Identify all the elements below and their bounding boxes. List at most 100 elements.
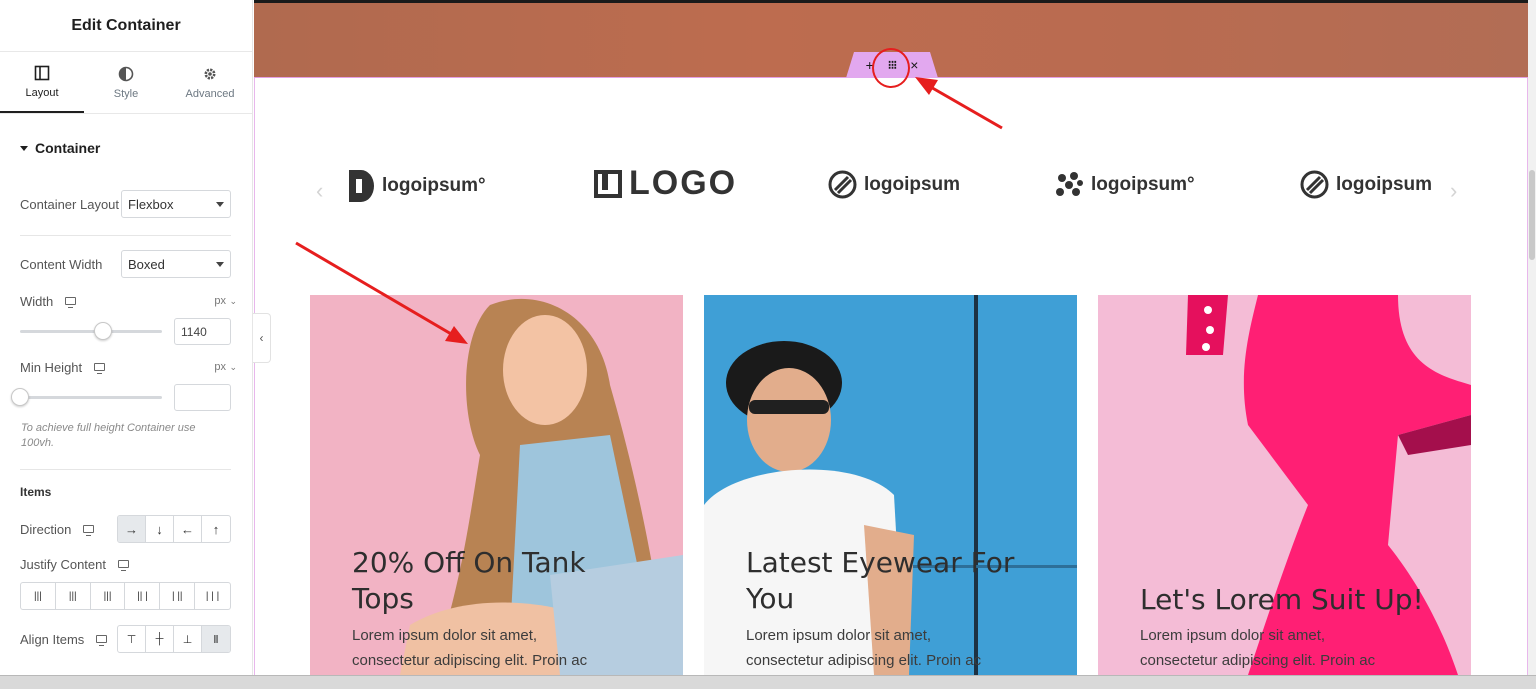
justify-row: Justify Content [20, 556, 231, 572]
card-description: consectetur adipiscing elit. Proin ac [746, 652, 982, 669]
desktop-icon[interactable] [94, 363, 106, 374]
container-layout-row: Container Layout Flexbox [20, 190, 231, 218]
logo-text: logoipsum° [1091, 174, 1195, 195]
desktop-icon[interactable] [118, 560, 129, 571]
logo-item[interactable]: logoipsum [1300, 170, 1432, 199]
justify-space-around-button[interactable]: | || [160, 583, 196, 609]
half-circle-logo-icon [349, 170, 374, 202]
direction-buttons: → ↓ ← ↑ [117, 515, 231, 543]
justify-label: Justify Content [20, 556, 106, 572]
align-center-button[interactable]: ┼ [146, 626, 174, 652]
card-title: Latest Eyewear For [746, 546, 1015, 579]
logo-item[interactable]: logoipsum [828, 170, 960, 199]
align-start-button[interactable]: ⊤ [118, 626, 146, 652]
min-height-slider-track[interactable] [20, 396, 162, 399]
card-description: Lorem ipsum dolor sit amet, [746, 627, 932, 644]
gear-icon [204, 68, 216, 79]
justify-buttons: ||| ||| ||| || | | || | | | [20, 582, 231, 610]
min-height-label: Min Height [20, 359, 83, 375]
justify-end-button[interactable]: ||| [91, 583, 126, 609]
justify-space-evenly-button[interactable]: | | | [195, 583, 230, 609]
width-label: Width [20, 293, 54, 309]
min-height-slider-knob[interactable] [11, 388, 29, 406]
justify-space-between-button[interactable]: || | [125, 583, 161, 609]
justify-control: ||| ||| ||| || | | || | | | [20, 582, 231, 610]
width-slider-knob[interactable] [94, 322, 112, 340]
card-title: 20% Off On Tank [352, 546, 586, 579]
content-width-value: Boxed [128, 256, 165, 272]
unit-chevron-icon: ⌄ [229, 361, 237, 372]
justify-center-button[interactable]: ||| [56, 583, 91, 609]
promo-card[interactable]: Latest Eyewear For You Lorem ipsum dolor… [704, 295, 1077, 675]
section-toggle-container[interactable]: Container [20, 140, 252, 156]
logo-carousel: ‹ › logoipsum° LOGO logoipsum logoipsum°… [254, 164, 1528, 208]
width-unit[interactable]: px [214, 295, 226, 307]
width-input[interactable]: 1140 [174, 318, 231, 345]
desktop-icon[interactable] [83, 525, 95, 536]
logo-text: logoipsum [1336, 173, 1433, 195]
promo-card[interactable]: 20% Off On Tank Tops Lorem ipsum dolor s… [310, 295, 683, 675]
tab-advanced[interactable]: Advanced [168, 52, 252, 113]
promo-card[interactable]: Let's Lorem Suit Up! Lorem ipsum dolor s… [1098, 295, 1471, 675]
container-layout-label: Container Layout [20, 196, 120, 212]
editor-panel: Edit Container Layout Style Advanced Con… [0, 0, 253, 689]
logo-item[interactable]: logoipsum° [1054, 170, 1195, 200]
align-stretch-button[interactable]: Ⅱ [202, 626, 230, 652]
direction-row-button[interactable]: → [118, 516, 146, 542]
divider [20, 235, 231, 236]
card-description: Lorem ipsum dolor sit amet, [352, 627, 538, 644]
caret-down-icon [216, 261, 224, 267]
preview-canvas: + ⁝⁝⁝ × ‹ › logoipsum° LOGO logoipsum lo… [254, 0, 1536, 675]
align-end-button[interactable]: ⊥ [174, 626, 202, 652]
logo-text: LOGO [629, 164, 738, 202]
min-height-row: Min Height px ⌄ [20, 358, 237, 376]
tab-advanced-label: Advanced [185, 87, 235, 100]
tab-style-label: Style [113, 87, 139, 100]
min-height-unit[interactable]: px [214, 361, 226, 373]
caret-down-icon [216, 201, 224, 207]
card-title: You [746, 582, 795, 615]
carousel-prev-arrow[interactable]: ‹ [316, 178, 323, 204]
min-height-input[interactable] [174, 384, 231, 411]
divider [20, 469, 231, 470]
content-width-label: Content Width [20, 256, 103, 272]
layout-icon [34, 65, 50, 80]
logo-item[interactable]: logoipsum° [349, 170, 486, 202]
width-slider-track[interactable] [20, 330, 162, 333]
carousel-next-arrow[interactable]: › [1450, 178, 1457, 204]
direction-row-reverse-button[interactable]: ← [174, 516, 202, 542]
content-width-select[interactable]: Boxed [121, 250, 231, 278]
dots-logo-icon [1056, 172, 1083, 196]
container-layout-select[interactable]: Flexbox [121, 190, 231, 218]
desktop-icon[interactable] [65, 297, 77, 308]
window-bottom-bar [0, 675, 1536, 689]
align-label: Align Items [20, 631, 85, 647]
direction-column-reverse-button[interactable]: ↑ [202, 516, 230, 542]
justify-start-button[interactable]: ||| [21, 583, 56, 609]
canvas-scrollbar[interactable] [1528, 0, 1536, 675]
direction-row: Direction → ↓ ← ↑ [20, 515, 231, 543]
circle-stripe-logo-icon [828, 170, 857, 199]
square-logo-icon [594, 169, 622, 198]
man-photo [704, 295, 1077, 675]
scrollbar-thumb[interactable] [1529, 170, 1535, 260]
tab-layout[interactable]: Layout [0, 52, 84, 113]
card-description: Lorem ipsum dolor sit amet, [1140, 627, 1326, 644]
unit-chevron-icon: ⌄ [229, 295, 237, 306]
card-title: Let's Lorem Suit Up! [1140, 583, 1424, 616]
card-description: consectetur adipiscing elit. Proin ac [352, 652, 588, 669]
content-width-row: Content Width Boxed [20, 250, 231, 278]
direction-label: Direction [20, 521, 72, 537]
direction-column-button[interactable]: ↓ [146, 516, 174, 542]
desktop-icon[interactable] [96, 635, 108, 646]
delete-container-button[interactable]: × [910, 57, 918, 73]
contrast-icon [118, 66, 134, 81]
panel-collapse-button[interactable]: ‹ [253, 313, 271, 363]
tab-style[interactable]: Style [84, 52, 168, 113]
panel-title: Edit Container [0, 0, 252, 52]
min-height-hint: To achieve full height Container use 100… [21, 422, 196, 449]
items-heading: Items [20, 485, 52, 499]
logo-item[interactable]: LOGO [594, 164, 737, 203]
width-control: 1140 [20, 318, 231, 345]
align-row: Align Items ⊤ ┼ ⊥ Ⅱ [20, 625, 231, 653]
